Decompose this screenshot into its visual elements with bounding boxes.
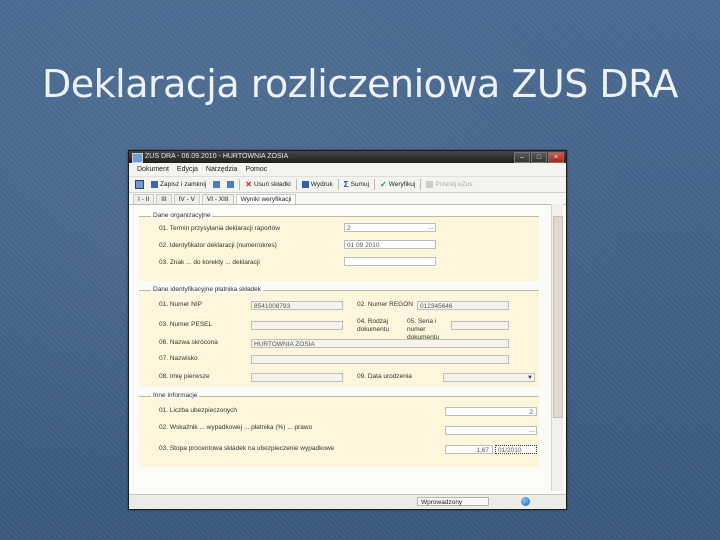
correction-field[interactable]: [344, 257, 436, 266]
save-close-button[interactable]: Zapisz i zamknij: [149, 178, 208, 191]
next-button[interactable]: [225, 178, 236, 191]
separator: [337, 179, 339, 190]
tab-verification-results[interactable]: Wyniki weryfikacji: [235, 194, 297, 204]
close-button[interactable]: ×: [548, 152, 564, 163]
menu-dokument[interactable]: Dokument: [137, 166, 169, 173]
more-icon[interactable]: …: [529, 427, 535, 436]
vertical-scrollbar[interactable]: [551, 204, 563, 491]
section-header: Dane identyfikacyjne płatnika składek: [151, 286, 264, 293]
print-button[interactable]: Wydruk: [300, 178, 335, 191]
surname-field[interactable]: [251, 355, 509, 364]
declaration-term-field[interactable]: 2…: [344, 223, 436, 232]
field-label: 04. Rodzaj dokumentu: [357, 318, 390, 333]
scrollbar-thumb[interactable]: [553, 216, 563, 418]
field-label: 03. Stopa procentowa składek na ubezpiec…: [159, 445, 335, 452]
nip-field[interactable]: 8541008793: [251, 301, 343, 310]
check-icon: ✓: [380, 180, 387, 189]
minimize-button[interactable]: –: [514, 152, 530, 163]
birthdate-field[interactable]: ▼: [443, 373, 535, 382]
short-name-field[interactable]: HURTOWNIA ZOSIA: [251, 339, 509, 348]
field-label: 02. Identyfikator deklaracji (numer/okre…: [159, 242, 277, 249]
separator: [239, 179, 241, 190]
send-ezus-button[interactable]: Prześlij eZus: [424, 178, 474, 191]
delete-components-button[interactable]: ✕ Usuń składki: [243, 178, 293, 191]
field-label: 01. Numer NIP: [159, 301, 202, 308]
declaration-id-field[interactable]: 01 09 2010: [344, 240, 436, 249]
delete-icon: ✕: [245, 180, 252, 189]
status-text: Wprowadzony: [417, 497, 489, 506]
form-content: Dane organizacyjne 01. Termin przysyłani…: [139, 204, 547, 491]
field-label: 02. Numer REGON: [357, 301, 413, 308]
field-label: 01. Liczba ubezpieczonych: [159, 407, 238, 414]
accident-rate-field[interactable]: 1,67: [445, 445, 493, 454]
tab-iii[interactable]: III: [156, 194, 172, 204]
toolbar: Zapisz i zamknij ✕ Usuń składki Wydruk ΣS…: [129, 177, 566, 193]
window-titlebar[interactable]: ZUS DRA - 06.09.2010 - HURTOWNIA ZOSIA –…: [129, 151, 566, 163]
field-label: 03. Numer PESEL: [159, 321, 213, 328]
section-organizational: Dane organizacyjne 01. Termin przysyłani…: [139, 212, 539, 281]
section-header: Inne informacje: [151, 392, 200, 399]
floppy-icon: [151, 181, 158, 188]
field-label: 01. Termin przysyłania deklaracji raport…: [159, 225, 280, 232]
globe-icon[interactable]: [521, 497, 530, 506]
field-label: 09. Data urodzenia: [357, 373, 412, 380]
doc-series-field[interactable]: [451, 321, 509, 330]
arrow-icon: [227, 181, 235, 188]
separator: [374, 179, 376, 190]
chevron-down-icon[interactable]: ▼: [527, 374, 533, 383]
save-copy-button[interactable]: [211, 178, 222, 191]
maximize-button[interactable]: □: [531, 152, 547, 163]
menu-pomoc[interactable]: Pomoc: [245, 166, 267, 173]
app-window: ZUS DRA - 06.09.2010 - HURTOWNIA ZOSIA –…: [128, 150, 567, 510]
sigma-icon: Σ: [343, 180, 349, 189]
firstname-field[interactable]: [251, 373, 343, 382]
app-icon: [132, 153, 143, 163]
field-label: 08. Imię pierwsze: [159, 373, 210, 380]
exit-icon: [135, 180, 144, 189]
copy-icon: [213, 181, 221, 188]
tab-i-ii[interactable]: I - II: [133, 194, 155, 204]
separator: [420, 179, 422, 190]
section-other-info: Inne informacje 01. Liczba ubezpieczonyc…: [139, 392, 539, 467]
tab-vi-xiii[interactable]: VI - XIII: [201, 194, 234, 204]
menu-bar: Dokument Edycja Narzędzia Pomoc: [129, 163, 566, 177]
sum-button[interactable]: Σ Sumuj: [342, 178, 371, 191]
field-label: 02. Wskaźnik ... wypadkowej ... płatnika…: [159, 424, 313, 431]
window-title: ZUS DRA - 06.09.2010 - HURTOWNIA ZOSIA: [145, 153, 289, 160]
accident-rate-period-field[interactable]: 01/2010: [495, 445, 537, 454]
verify-button[interactable]: ✓ Weryfikuj: [378, 178, 417, 191]
send-icon: [426, 181, 434, 188]
accident-indicator-field[interactable]: …: [445, 426, 537, 435]
slide-title: Deklaracja rozliczeniowa ZUS DRA: [41, 62, 679, 106]
insured-count-field[interactable]: 2: [445, 407, 537, 416]
section-payer-identification: Dane identyfikacyjne płatnika składek 01…: [139, 286, 539, 387]
menu-narzedzia[interactable]: Narzędzia: [206, 166, 238, 173]
more-icon[interactable]: …: [428, 224, 434, 233]
pesel-field[interactable]: [251, 321, 343, 330]
regon-field[interactable]: 012345646: [417, 301, 509, 310]
exit-button[interactable]: [133, 178, 146, 191]
status-bar: Wprowadzony: [129, 494, 566, 509]
field-label: 07. Nazwisko: [159, 355, 198, 362]
print-icon: [301, 181, 309, 188]
menu-edycja[interactable]: Edycja: [177, 166, 198, 173]
section-header: Dane organizacyjne: [151, 212, 213, 219]
field-label: 03. Znak ... do korekty ... deklaracji: [159, 259, 260, 266]
field-label: 06. Nazwa skrócona: [159, 339, 218, 346]
separator: [295, 179, 297, 190]
tab-iv-v[interactable]: IV - V: [173, 194, 200, 204]
